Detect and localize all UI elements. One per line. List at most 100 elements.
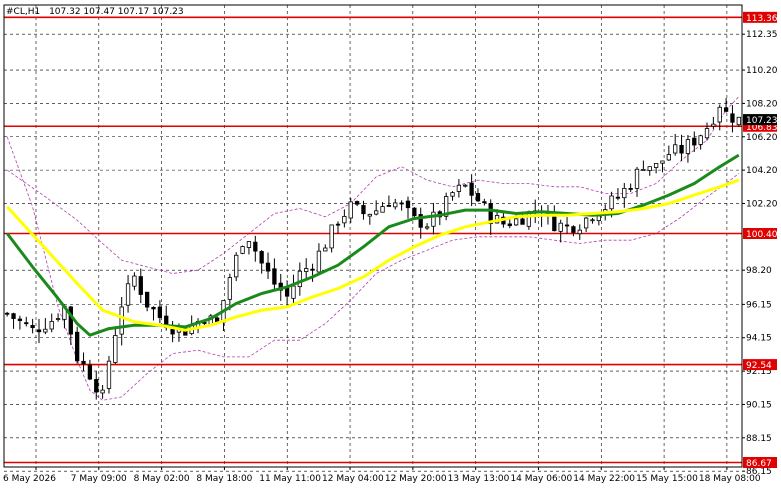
- candle-body: [144, 291, 150, 308]
- candle-body: [170, 328, 175, 335]
- level-label: 100.40: [746, 230, 778, 240]
- y-tick-label: 104.20: [746, 166, 778, 176]
- candle-body: [431, 211, 436, 227]
- candle-body: [564, 224, 570, 227]
- candle-body: [284, 287, 290, 297]
- candle-body: [399, 202, 404, 205]
- candle-body: [609, 195, 614, 210]
- candle-body: [272, 268, 277, 285]
- candle-body: [214, 317, 220, 323]
- y-tick-label: 108.20: [746, 99, 778, 109]
- candle-body: [342, 216, 347, 224]
- candle-body: [49, 321, 54, 330]
- candle-body: [660, 160, 665, 164]
- chart-svg[interactable]: 112.35 110.20 108.20 106.20 104.20 102.20 98.2…: [0, 0, 781, 489]
- y-tick-label: 98.20: [746, 266, 772, 276]
- candle-body: [304, 268, 309, 272]
- price-chart[interactable]: 112.35 110.20 108.20 106.20 104.20 102.20 98.2…: [0, 0, 781, 489]
- candle-body: [297, 270, 302, 288]
- candle-body: [138, 276, 143, 295]
- level-label: 86.67: [746, 459, 772, 469]
- candle-body: [113, 335, 118, 363]
- candle-body: [463, 184, 468, 187]
- candle-body: [596, 215, 602, 222]
- candle-body: [323, 247, 328, 252]
- candle-body: [704, 128, 710, 139]
- candle-body: [634, 168, 640, 189]
- candle-body: [590, 219, 595, 222]
- candle-body: [571, 226, 576, 233]
- candle-body: [367, 213, 372, 217]
- candle-body: [653, 163, 659, 168]
- x-tick-label: 8 May 02:00: [134, 474, 190, 484]
- candle-body: [450, 192, 455, 197]
- candle-body: [666, 154, 671, 161]
- y-tick-label: 90.15: [746, 400, 772, 410]
- x-tick-label: 11 May 11:00: [259, 474, 321, 484]
- candle-body: [316, 250, 322, 273]
- candle-body: [259, 251, 264, 264]
- candle-body: [386, 205, 392, 207]
- y-tick-label: 88.15: [746, 434, 772, 444]
- candle-body: [730, 113, 735, 123]
- x-tick-label: 8 May 18:00: [196, 474, 252, 484]
- y-tick-label: 110.20: [746, 66, 778, 76]
- candle-body: [17, 318, 23, 321]
- y-tick-label: 96.15: [746, 300, 772, 310]
- candle-body: [24, 322, 29, 325]
- candle-body: [75, 331, 80, 362]
- candle-body: [87, 364, 93, 380]
- candle-body: [291, 285, 296, 299]
- candle-body: [132, 275, 137, 287]
- candle-body: [558, 222, 563, 232]
- chart-header: #CL,H1 107.32 107.47 107.17 107.23: [6, 7, 184, 17]
- candle-body: [615, 196, 621, 199]
- candle-body: [5, 312, 10, 315]
- x-tick-label: 18 May 08:00: [699, 474, 761, 484]
- candle-body: [361, 205, 366, 215]
- candle-body: [513, 218, 519, 226]
- candle-body: [577, 229, 582, 235]
- candle-body: [698, 135, 703, 145]
- candle-body: [348, 201, 353, 219]
- x-tick-label: 12 May 20:00: [385, 474, 447, 484]
- candle-body: [30, 325, 35, 329]
- candle-body: [380, 206, 385, 213]
- candle-body: [507, 223, 512, 227]
- candle-body: [335, 223, 341, 226]
- candle-body: [685, 139, 691, 154]
- candle-body: [157, 306, 163, 318]
- x-tick-label: 15 May 15:00: [636, 474, 698, 484]
- level-label: 92.54: [746, 361, 772, 371]
- y-tick-label: 106.20: [746, 133, 778, 143]
- candle-body: [100, 389, 105, 394]
- x-tick-label: 14 May 22:00: [573, 474, 635, 484]
- candle-body: [520, 218, 525, 225]
- candle-body: [253, 241, 258, 252]
- candle-body: [405, 200, 411, 209]
- candle-body: [68, 306, 73, 335]
- candle-body: [469, 182, 474, 196]
- candle-body: [673, 144, 678, 154]
- candle-body: [393, 202, 398, 208]
- candle-body: [723, 107, 729, 112]
- level-label: 113.36: [746, 14, 778, 24]
- candle-body: [679, 144, 684, 154]
- candle-body: [374, 210, 379, 215]
- candle-body: [736, 116, 741, 126]
- candle-body: [628, 188, 633, 190]
- y-tick-label: 94.15: [746, 334, 772, 344]
- y-tick-label: 102.20: [746, 199, 778, 209]
- x-tick-label: 13 May 13:00: [448, 474, 510, 484]
- candle-body: [227, 277, 233, 300]
- y-tick-label: 112.35: [746, 30, 778, 40]
- candle-body: [36, 329, 42, 333]
- candle-body: [240, 246, 245, 254]
- candle-body: [412, 207, 417, 217]
- candle-body: [265, 262, 271, 272]
- candle-body: [234, 254, 239, 278]
- candle-body: [647, 166, 652, 171]
- candle-body: [43, 328, 48, 333]
- candle-body: [119, 306, 124, 335]
- candle-body: [106, 360, 112, 389]
